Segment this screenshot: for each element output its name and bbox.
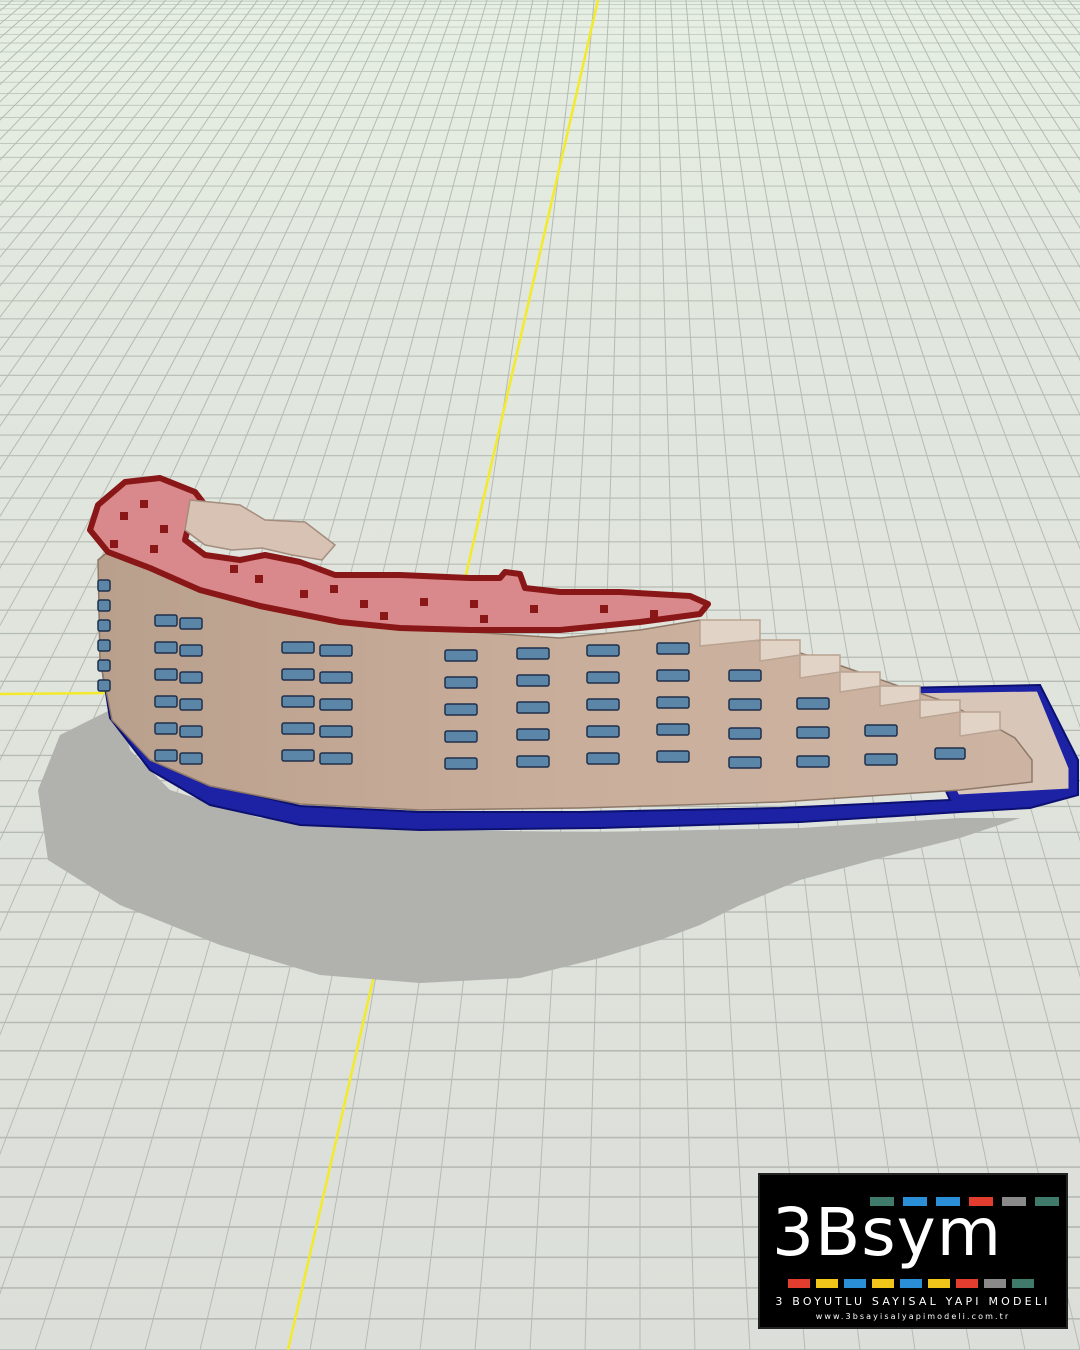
window <box>281 722 315 735</box>
window <box>281 695 315 708</box>
window <box>864 724 898 737</box>
window <box>656 723 690 736</box>
window <box>796 697 830 710</box>
window <box>444 757 478 770</box>
logo-color-bar <box>788 1279 810 1288</box>
roof-fixture <box>330 585 338 593</box>
window <box>154 722 178 735</box>
window <box>586 725 620 738</box>
roof-fixture <box>530 605 538 613</box>
roof-fixture <box>600 605 608 613</box>
roof-fixture <box>120 512 128 520</box>
window <box>319 725 353 738</box>
window <box>179 617 203 630</box>
window <box>154 749 178 762</box>
roof-fixture <box>140 500 148 508</box>
window <box>97 619 111 632</box>
window <box>319 671 353 684</box>
roof-fixture <box>150 545 158 553</box>
logo-color-bar <box>984 1279 1006 1288</box>
window <box>586 671 620 684</box>
logo-color-bar <box>872 1279 894 1288</box>
window <box>281 749 315 762</box>
brand-logo: 3Bsym 3 BOYUTLU SAYISAL YAPI MODELI www.… <box>758 1173 1068 1329</box>
window <box>444 676 478 689</box>
window <box>97 579 111 592</box>
roof-fixture <box>230 565 238 573</box>
logo-url: www.3bsayisalyapimodeli.com.tr <box>815 1312 1011 1321</box>
window <box>154 668 178 681</box>
window <box>97 659 111 672</box>
window <box>154 641 178 654</box>
window <box>516 647 550 660</box>
window <box>728 698 762 711</box>
window <box>728 727 762 740</box>
window <box>656 750 690 763</box>
roof-fixture <box>470 600 478 608</box>
window <box>728 756 762 769</box>
window <box>97 679 111 692</box>
logo-color-bar <box>956 1279 978 1288</box>
window <box>516 674 550 687</box>
window <box>444 730 478 743</box>
window <box>586 752 620 765</box>
window <box>154 695 178 708</box>
logo-color-bar <box>1035 1197 1059 1206</box>
window <box>586 644 620 657</box>
window <box>656 696 690 709</box>
x-axis-line <box>0 691 111 696</box>
window <box>281 668 315 681</box>
logo-color-bar <box>928 1279 950 1288</box>
roof-fixture <box>650 610 658 618</box>
window <box>154 614 178 627</box>
window <box>444 703 478 716</box>
logo-color-bar <box>816 1279 838 1288</box>
window <box>179 698 203 711</box>
window <box>796 726 830 739</box>
window <box>281 641 315 654</box>
window <box>319 644 353 657</box>
logo-color-bar <box>844 1279 866 1288</box>
roof-fixture <box>360 600 368 608</box>
window <box>179 725 203 738</box>
window <box>319 752 353 765</box>
window <box>728 669 762 682</box>
window <box>179 752 203 765</box>
roof-fixture <box>160 525 168 533</box>
window <box>179 644 203 657</box>
logo-title: 3Bsym <box>772 1194 1003 1271</box>
roof-fixture <box>480 615 488 623</box>
window <box>319 698 353 711</box>
logo-color-bars-bottom <box>788 1279 1034 1288</box>
logo-subtitle: 3 BOYUTLU SAYISAL YAPI MODELI <box>775 1295 1051 1308</box>
window <box>516 728 550 741</box>
logo-color-bar <box>900 1279 922 1288</box>
window <box>586 698 620 711</box>
roof-fixture <box>255 575 263 583</box>
window <box>864 753 898 766</box>
window <box>179 671 203 684</box>
window <box>796 755 830 768</box>
window <box>444 649 478 662</box>
roof-fixture <box>420 598 428 606</box>
window <box>656 642 690 655</box>
roof-fixture <box>300 590 308 598</box>
window <box>934 747 966 760</box>
3d-viewport[interactable] <box>0 0 1080 1350</box>
window <box>97 639 111 652</box>
roof-fixture <box>380 612 388 620</box>
window <box>516 701 550 714</box>
window <box>516 755 550 768</box>
roof-fixture <box>110 540 118 548</box>
window <box>656 669 690 682</box>
window <box>97 599 111 612</box>
logo-color-bar <box>1012 1279 1034 1288</box>
logo-color-bar <box>1002 1197 1026 1206</box>
